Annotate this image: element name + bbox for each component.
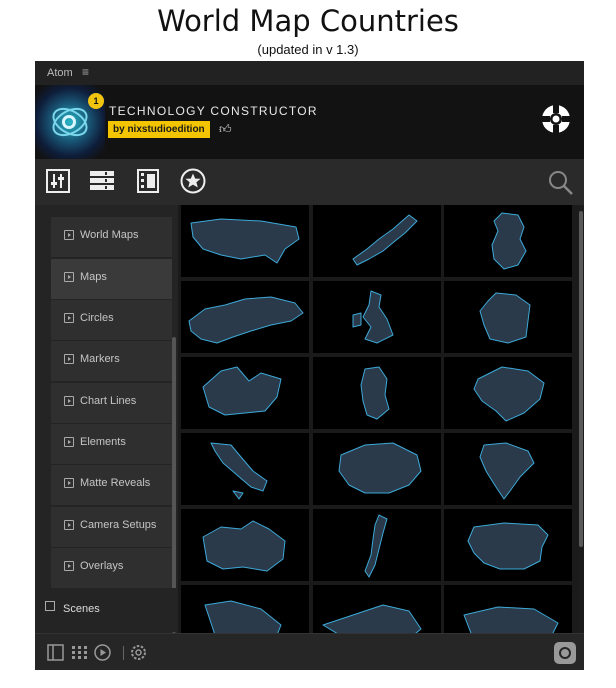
sidebar-item-maps[interactable]: Maps — [51, 259, 172, 299]
brazil-map-icon — [473, 366, 545, 422]
sidebar-item-markers[interactable]: Markers — [51, 341, 172, 381]
scenes-label: Scenes — [63, 603, 100, 615]
scenes-icon — [45, 601, 55, 611]
brazil-map-icon[interactable] — [444, 357, 572, 429]
map-thumbnail-icon[interactable] — [313, 585, 441, 633]
chile-map-icon[interactable] — [313, 509, 441, 581]
chile-map-icon — [364, 514, 388, 578]
sidebar-item-label: Circles — [80, 312, 114, 324]
atom-panel: Atom ≡ 1 TECHNOLOGY CONSTRUCTOR by nixst… — [35, 61, 584, 670]
play-square-icon — [64, 520, 74, 530]
canada-map-icon[interactable] — [181, 357, 309, 429]
sidebar: World Maps Maps Circles Markers Chart Li… — [35, 205, 178, 633]
sidebar-item-elements[interactable]: Elements — [51, 424, 172, 464]
map-thumbnail-icon — [322, 604, 422, 633]
sidebar-item-label: Elements — [80, 436, 126, 448]
app-logo-icon[interactable] — [554, 642, 576, 664]
star-icon[interactable] — [179, 167, 207, 195]
map-thumbnail-icon — [204, 600, 282, 633]
map-thumbnail-icon[interactable] — [444, 585, 572, 633]
sidebar-item-label: World Maps — [80, 229, 139, 241]
spain-map-icon — [467, 522, 549, 570]
australia-map-icon[interactable] — [181, 509, 309, 581]
play-square-icon — [64, 478, 74, 488]
page-subtitle: (updated in v 1.3) — [257, 42, 359, 57]
canada-map-icon — [202, 366, 282, 416]
sidebar-item-chart-lines[interactable]: Chart Lines — [51, 383, 172, 423]
menubar: Atom ≡ — [35, 61, 584, 85]
settings-icon[interactable] — [130, 644, 147, 661]
sidebar-item-label: Matte Reveals — [80, 477, 151, 489]
sidebar-item-circles[interactable]: Circles — [51, 300, 172, 340]
sidebar-item-matte-reveals[interactable]: Matte Reveals — [51, 465, 172, 505]
panel-icon[interactable] — [47, 644, 64, 661]
sidebar-item-overlays[interactable]: Overlays — [51, 548, 172, 588]
russia-map-icon[interactable] — [181, 281, 309, 353]
uk-map-icon[interactable] — [313, 281, 441, 353]
italy-map-icon[interactable] — [181, 433, 309, 505]
usa-map-icon — [190, 218, 300, 264]
grid-icon[interactable] — [71, 644, 88, 661]
play-square-icon — [64, 313, 74, 323]
play-square-icon — [64, 354, 74, 364]
sidebar-item-world-maps[interactable]: World Maps — [51, 217, 172, 257]
france-map-icon — [479, 292, 531, 344]
map-thumbnail-icon[interactable] — [181, 585, 309, 633]
japan-map-icon[interactable] — [313, 205, 441, 277]
page-title: World Map Countries — [157, 4, 459, 38]
toolbar — [35, 159, 584, 205]
uk-map-icon — [352, 290, 394, 344]
lifebuoy-icon[interactable] — [542, 105, 570, 133]
banner: 1 TECHNOLOGY CONSTRUCTOR by nixstudioedi… — [35, 85, 584, 159]
footer-divider — [123, 646, 124, 660]
play-square-icon — [64, 437, 74, 447]
brand-title: TECHNOLOGY CONSTRUCTOR — [109, 104, 318, 118]
sliders-icon[interactable] — [44, 167, 72, 195]
sidebar-item-label: Camera Setups — [80, 519, 157, 531]
play-square-icon — [64, 396, 74, 406]
grid-scrollbar[interactable] — [578, 205, 584, 633]
sidebar-item-label: Markers — [80, 353, 120, 365]
list-icon[interactable] — [88, 167, 116, 195]
south-korea-map-icon — [360, 366, 390, 420]
play-square-icon — [64, 230, 74, 240]
hamburger-icon[interactable]: ≡ — [82, 65, 89, 79]
spain-map-icon[interactable] — [444, 509, 572, 581]
china-map-icon — [338, 442, 422, 494]
map-thumbnail-icon — [463, 606, 559, 633]
sidebar-item-label: Maps — [80, 271, 107, 283]
search-icon[interactable] — [547, 169, 575, 197]
notification-badge: 1 — [88, 93, 104, 109]
sidebar-item-label: Chart Lines — [80, 395, 137, 407]
germany-map-icon — [491, 212, 527, 270]
play-square-icon — [64, 272, 74, 282]
japan-map-icon — [352, 214, 418, 266]
play-square-icon — [64, 561, 74, 571]
germany-map-icon[interactable] — [444, 205, 572, 277]
author-tag[interactable]: by nixstudioedition — [108, 121, 210, 138]
india-map-icon — [479, 442, 535, 500]
thumbs-up-icon[interactable]: 👍︎ — [219, 122, 232, 137]
app-name[interactable]: Atom — [47, 67, 73, 79]
play-icon[interactable] — [94, 644, 111, 661]
australia-map-icon — [202, 520, 286, 572]
russia-map-icon — [188, 296, 304, 344]
sidebar-item-label: Overlays — [80, 560, 124, 572]
italy-map-icon — [210, 442, 268, 500]
south-korea-map-icon[interactable] — [313, 357, 441, 429]
map-thumbnail-grid — [178, 205, 578, 633]
scenes-item[interactable]: Scenes — [35, 588, 178, 632]
france-map-icon[interactable] — [444, 281, 572, 353]
sidebar-item-camera-setups[interactable]: Camera Setups — [51, 507, 172, 547]
india-map-icon[interactable] — [444, 433, 572, 505]
usa-map-icon[interactable] — [181, 205, 309, 277]
film-icon[interactable] — [134, 167, 162, 195]
china-map-icon[interactable] — [313, 433, 441, 505]
footer-bar — [35, 633, 584, 670]
